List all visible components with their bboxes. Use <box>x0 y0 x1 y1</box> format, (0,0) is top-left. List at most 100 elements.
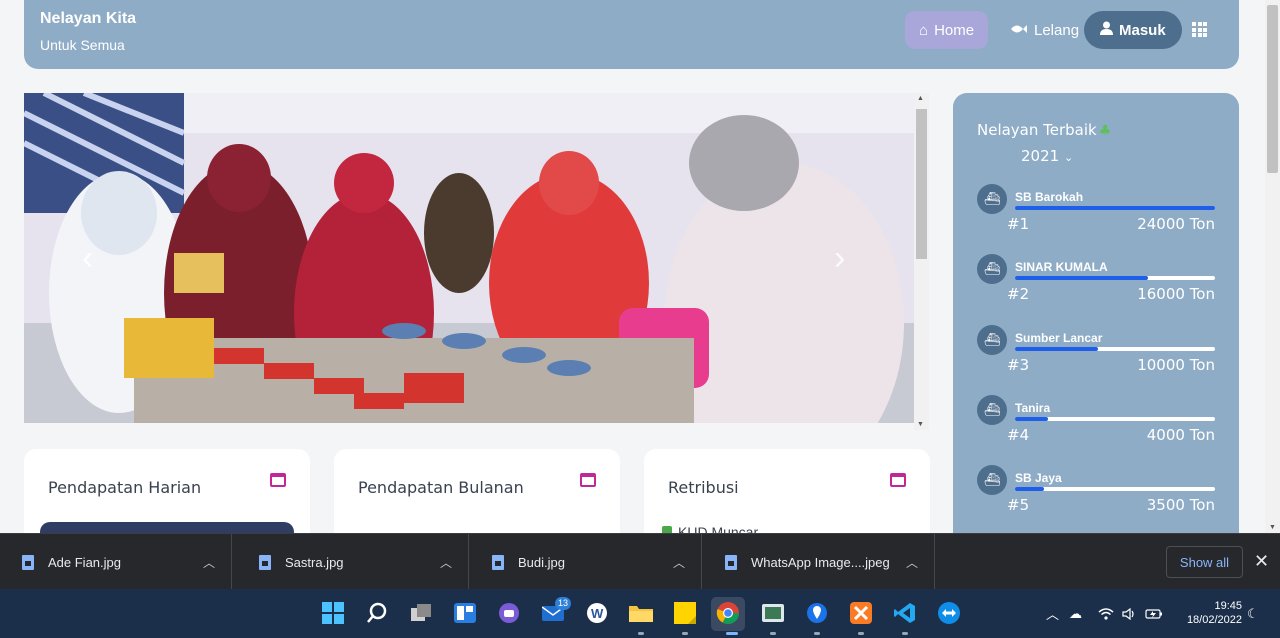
battery-icon[interactable] <box>1145 589 1163 638</box>
widgets-icon[interactable] <box>452 600 478 626</box>
download-filename: Budi.jpg <box>518 554 565 570</box>
ranking-item[interactable]: ⛴ SB Jaya #5 3500 Ton <box>977 465 1215 514</box>
ranking-item[interactable]: ⛴ SINAR KUMALA #2 16000 Ton <box>977 254 1215 304</box>
search-icon[interactable] <box>364 600 390 626</box>
boat-icon: ⛴ <box>977 465 1007 495</box>
download-item[interactable]: Ade Fian.jpg ︿ <box>0 534 232 590</box>
volume-icon[interactable] <box>1122 589 1136 638</box>
chevron-up-icon[interactable]: ︿ <box>440 554 452 571</box>
hero-carousel[interactable]: ‹ › <box>24 93 914 423</box>
close-icon[interactable]: ✕ <box>1254 551 1269 572</box>
ranking-progress-fill <box>1015 346 1099 351</box>
carousel-prev-icon[interactable]: ‹ <box>82 239 93 278</box>
fish-icon <box>1010 22 1028 39</box>
clock-date: 18/02/2022 <box>1186 614 1242 626</box>
nav-home-button[interactable]: ⌂ Home <box>905 11 989 49</box>
carousel-next-icon[interactable]: › <box>834 239 845 278</box>
scroll-down-icon[interactable]: ▼ <box>1269 524 1276 531</box>
chevron-up-icon[interactable]: ︿ <box>673 554 685 571</box>
image-file-icon <box>725 554 737 570</box>
running-indicator <box>902 632 908 635</box>
task-view-icon[interactable] <box>408 600 434 626</box>
windows-start-icon[interactable] <box>320 600 346 626</box>
ranking-progress-fill <box>1015 487 1045 491</box>
wifi-icon[interactable] <box>1098 589 1114 638</box>
page-scrollbar[interactable]: ▼ <box>1265 0 1280 533</box>
card-title: Retribusi <box>668 478 739 497</box>
ranking-item[interactable]: ⛴ SB Barokah #1 24000 Ton <box>977 184 1215 233</box>
ranking-item-name: Sumber Lancar <box>1015 330 1103 345</box>
xampp-icon[interactable] <box>848 600 874 626</box>
teams-chat-icon[interactable] <box>496 600 522 626</box>
calendar-icon[interactable] <box>270 473 286 487</box>
chevron-up-icon[interactable]: ︿ <box>203 554 215 571</box>
apps-grid-icon[interactable] <box>1192 22 1207 37</box>
ranking-panel: Nelayan Terbaik ♣ 2021 ⌄ ⛴ SB Barokah #1 240… <box>953 93 1239 533</box>
boat-icon: ⛴ <box>977 184 1007 214</box>
download-item[interactable]: Sastra.jpg ︿ <box>237 534 469 590</box>
file-explorer-icon[interactable] <box>628 600 654 626</box>
teamviewer-icon[interactable] <box>936 600 962 626</box>
sticky-notes-icon[interactable] <box>672 600 698 626</box>
ranking-progress-fill <box>1015 206 1215 210</box>
show-all-button[interactable]: Show all <box>1166 546 1243 578</box>
ranking-progress-track <box>1015 346 1215 351</box>
nav-home-label: Home <box>934 21 975 39</box>
ranking-item-rank: #1 <box>1007 215 1030 233</box>
boat-icon: ⛴ <box>977 254 1007 285</box>
chevron-down-icon: ⌄ <box>1063 151 1074 164</box>
ranking-item-name: Tanira <box>1015 400 1051 415</box>
nav-lelang-label: Lelang <box>1034 21 1080 39</box>
running-indicator <box>814 632 820 635</box>
card-pendapatan-bulanan: Pendapatan Bulanan <box>334 449 620 533</box>
downloads-bar: Ade Fian.jpg ︿ Sastra.jpg ︿ Budi.jpg ︿ W… <box>0 533 1280 590</box>
carousel-scroll-thumb[interactable] <box>916 109 927 259</box>
card-pendapatan-harian: Pendapatan Harian <box>24 449 310 533</box>
download-item[interactable]: Budi.jpg ︿ <box>470 534 702 590</box>
year-dropdown[interactable]: 2021 ⌄ <box>1021 147 1073 165</box>
brand-title[interactable]: Nelayan Kita <box>40 10 136 28</box>
home-icon: ⌂ <box>919 21 929 39</box>
running-indicator <box>682 632 688 635</box>
ranking-item-name: SINAR KUMALA <box>1015 260 1108 275</box>
list-item: KUD Muncar <box>662 524 758 533</box>
ranking-title-text: Nelayan Terbaik <box>977 121 1097 139</box>
carousel-scrollbar[interactable]: ▲ ▼ <box>914 93 929 430</box>
tree-icon: ♣ <box>1098 123 1112 139</box>
login-label: Masuk <box>1119 21 1166 39</box>
mail-badge: 13 <box>555 597 571 610</box>
tray-chevron-up-icon[interactable]: ︿ <box>1046 589 1059 638</box>
chevron-up-icon[interactable]: ︿ <box>906 554 918 571</box>
ranking-item-rank: #2 <box>1007 285 1030 304</box>
login-button[interactable]: Masuk <box>1084 11 1182 49</box>
year-value: 2021 <box>1021 147 1060 165</box>
image-file-icon <box>259 554 271 570</box>
nav-lelang-button[interactable]: Lelang <box>996 11 1093 49</box>
navbar: Nelayan Kita Untuk Semua ⌂ Home Lelang M… <box>24 0 1239 69</box>
word-icon[interactable]: W <box>584 600 610 626</box>
vscode-icon[interactable] <box>892 600 918 626</box>
chrome-icon[interactable] <box>715 600 741 626</box>
notifications-moon-icon[interactable]: ☾ <box>1247 589 1259 638</box>
maps-pin-icon[interactable] <box>804 600 830 626</box>
download-filename: Ade Fian.jpg <box>48 554 121 570</box>
ranking-item-name: SB Jaya <box>1015 471 1062 485</box>
user-icon <box>1100 21 1113 39</box>
page-scroll-thumb[interactable] <box>1267 5 1278 173</box>
running-indicator <box>770 632 776 635</box>
media-player-icon[interactable] <box>760 600 786 626</box>
calendar-icon[interactable] <box>890 473 906 487</box>
calendar-icon[interactable] <box>580 473 596 487</box>
download-item[interactable]: WhatsApp Image....jpeg ︿ <box>703 534 935 590</box>
scroll-down-icon[interactable]: ▼ <box>917 421 924 428</box>
scroll-up-icon[interactable]: ▲ <box>917 95 924 102</box>
ranking-item-value: 24000 Ton <box>1137 215 1215 233</box>
onedrive-cloud-icon[interactable]: ☁ <box>1069 589 1082 638</box>
system-clock[interactable]: 19:45 18/02/2022 <box>1172 599 1242 627</box>
ranking-item[interactable]: ⛴ Sumber Lancar #3 10000 Ton <box>977 324 1215 374</box>
carousel-photo <box>24 93 914 423</box>
image-file-icon <box>22 554 34 570</box>
ranking-item[interactable]: ⛴ Tanira #4 4000 Ton <box>977 394 1215 444</box>
running-indicator <box>726 632 738 635</box>
ranking-item-name: SB Barokah <box>1015 190 1084 204</box>
